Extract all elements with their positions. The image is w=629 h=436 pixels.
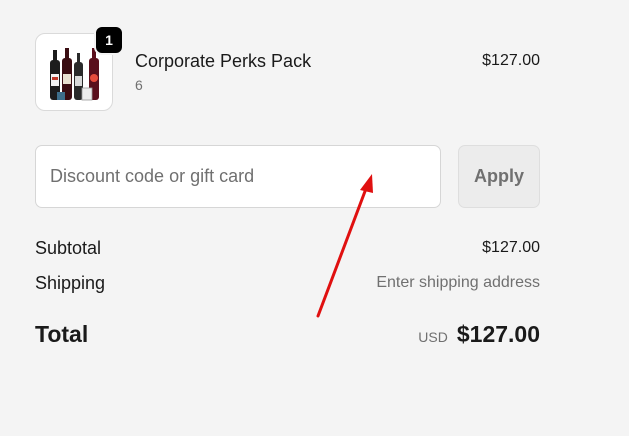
quantity-badge: 1	[94, 25, 124, 55]
shipping-label: Shipping	[35, 273, 106, 293]
product-name: Corporate Perks Pack	[135, 51, 312, 71]
subtotal-value: $127.00	[482, 239, 540, 256]
subtotal-label: Subtotal	[35, 238, 102, 258]
apply-button[interactable]: Apply	[458, 145, 540, 208]
currency-code: USD	[418, 329, 448, 345]
total-price: USD $127.00	[418, 321, 540, 348]
total-amount: $127.00	[456, 321, 540, 347]
line-item: 1 Corporate Perks Pack 6 $127.00	[35, 25, 540, 115]
product-price: $127.00	[482, 52, 540, 69]
shipping-value: Enter shipping address	[376, 274, 540, 291]
total-label: Total	[35, 321, 89, 347]
discount-code-input[interactable]	[35, 145, 441, 208]
product-variant: 6	[135, 77, 143, 93]
